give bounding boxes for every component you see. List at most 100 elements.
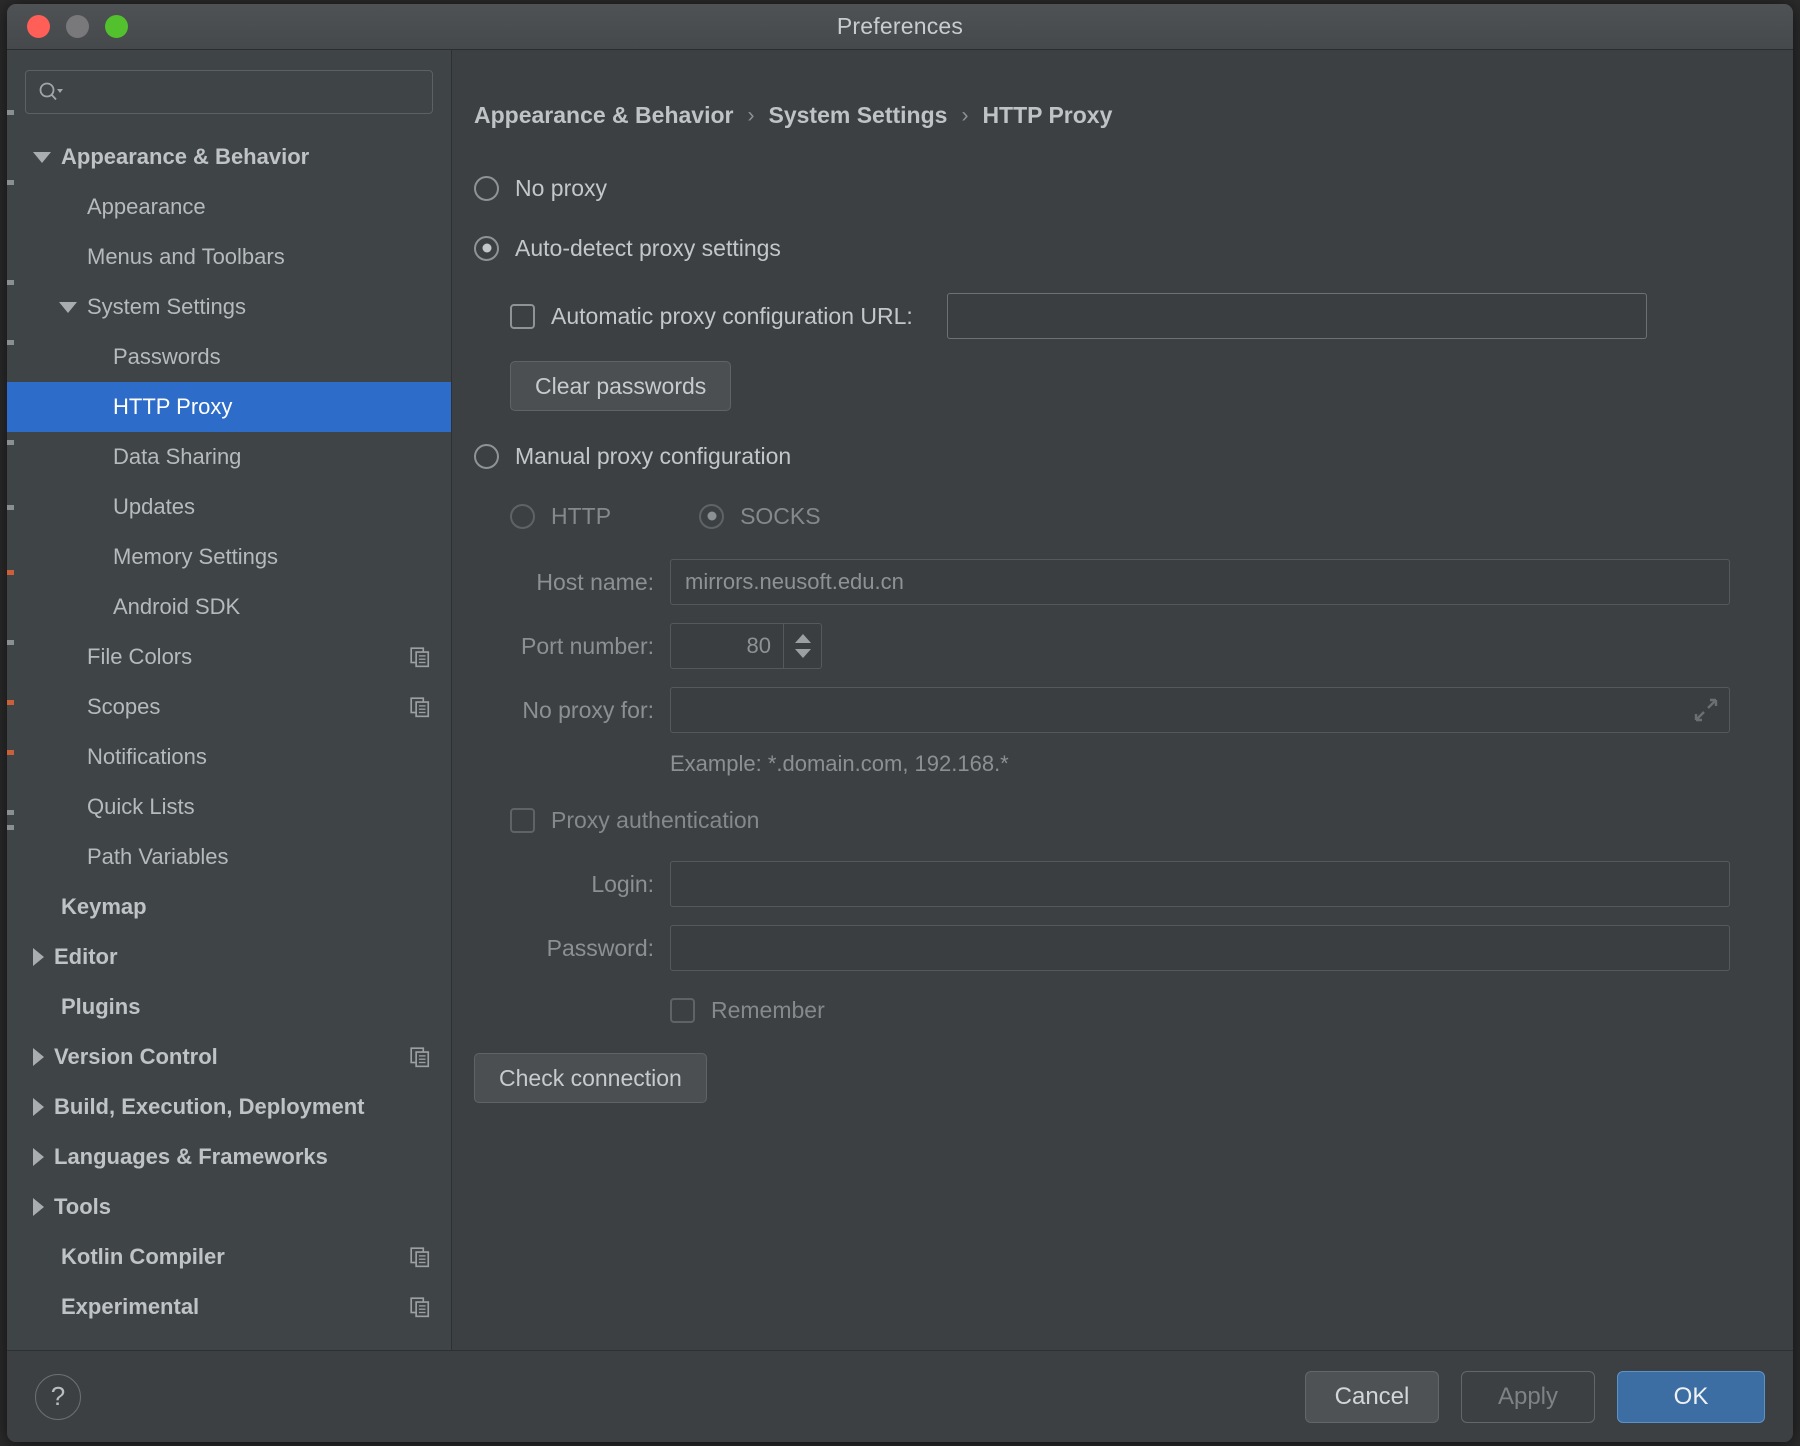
login-row: Login: xyxy=(474,861,1793,907)
copy-settings-icon[interactable] xyxy=(409,1246,431,1268)
breadcrumb-item-1[interactable]: System Settings xyxy=(768,102,947,129)
search-input[interactable] xyxy=(25,70,433,114)
sidebar-item-languages-frameworks[interactable]: Languages & Frameworks xyxy=(7,1132,451,1182)
host-name-input[interactable]: mirrors.neusoft.edu.cn xyxy=(670,559,1730,605)
sidebar-item-label: Android SDK xyxy=(113,594,241,619)
tree-indent-spacer xyxy=(59,807,77,808)
chevron-down-icon[interactable] xyxy=(33,151,51,163)
stepper-up-icon[interactable] xyxy=(794,634,811,643)
stepper-down-icon[interactable] xyxy=(794,649,811,658)
search-field[interactable] xyxy=(64,80,420,104)
sidebar-item-label: File Colors xyxy=(87,644,193,669)
sidebar-item-quick-lists[interactable]: Quick Lists xyxy=(7,782,451,832)
sidebar-item-label: Scopes xyxy=(87,694,161,719)
login-input[interactable] xyxy=(670,861,1730,907)
chevron-down-icon[interactable] xyxy=(59,301,77,313)
sidebar-item-notifications[interactable]: Notifications xyxy=(7,732,451,782)
chevron-right-icon[interactable] xyxy=(33,1048,44,1066)
sidebar-item-data-sharing[interactable]: Data Sharing xyxy=(7,432,451,482)
sidebar-item-plugins[interactable]: Plugins xyxy=(7,982,451,1032)
tree-indent-spacer xyxy=(59,657,77,658)
proxy-auth-label: Proxy authentication xyxy=(551,806,760,833)
auto-detect-radio[interactable] xyxy=(474,235,499,261)
copy-settings-icon[interactable] xyxy=(409,1046,431,1068)
host-name-label: Host name: xyxy=(536,568,654,595)
clear-passwords-button[interactable]: Clear passwords xyxy=(510,361,732,411)
pac-url-input[interactable] xyxy=(947,293,1647,339)
no-proxy-label: No proxy xyxy=(515,174,608,201)
sidebar-item-label: Path Variables xyxy=(87,844,229,869)
chevron-right-icon[interactable] xyxy=(33,1198,44,1216)
breadcrumb-item-0[interactable]: Appearance & Behavior xyxy=(474,102,733,129)
manual-proxy-radio[interactable] xyxy=(474,443,499,469)
sidebar-item-memory-settings[interactable]: Memory Settings xyxy=(7,532,451,582)
tree-indent-spacer xyxy=(59,257,77,258)
sidebar-item-system-settings[interactable]: System Settings xyxy=(7,282,451,332)
sidebar-item-label: Data Sharing xyxy=(113,444,242,469)
sidebar-item-label: Languages & Frameworks xyxy=(54,1144,328,1169)
password-input[interactable] xyxy=(670,925,1730,971)
auto-detect-option[interactable]: Auto-detect proxy settings xyxy=(474,225,1793,271)
no-proxy-for-input[interactable] xyxy=(670,687,1730,733)
copy-settings-icon[interactable] xyxy=(409,646,431,668)
preferences-window: Preferences Appearance & Behavior Appear… xyxy=(7,4,1793,1442)
sidebar-item-http-proxy[interactable]: HTTP Proxy xyxy=(7,382,451,432)
sidebar-item-editor[interactable]: Editor xyxy=(7,932,451,982)
settings-tree: Appearance & Behavior Appearance Menus and… xyxy=(7,128,451,1350)
tree-indent-spacer xyxy=(33,1307,51,1308)
tree-indent-spacer xyxy=(85,457,103,458)
sidebar-item-menus-and-toolbars[interactable]: Menus and Toolbars xyxy=(7,232,451,282)
sidebar-item-appearance-behavior[interactable]: Appearance & Behavior xyxy=(7,132,451,182)
sidebar-item-version-control[interactable]: Version Control xyxy=(7,1032,451,1082)
sidebar-item-keymap[interactable]: Keymap xyxy=(7,882,451,932)
http-proxy-form: No proxy Auto-detect proxy settings Auto… xyxy=(452,129,1793,1103)
sidebar-item-passwords[interactable]: Passwords xyxy=(7,332,451,382)
sidebar-item-tools[interactable]: Tools xyxy=(7,1182,451,1232)
sidebar-item-appearance[interactable]: Appearance xyxy=(7,182,451,232)
chevron-right-icon[interactable] xyxy=(33,948,44,966)
tree-indent-spacer xyxy=(33,1007,51,1008)
host-name-value: mirrors.neusoft.edu.cn xyxy=(685,569,904,594)
check-connection-row: Check connection xyxy=(474,1053,1793,1103)
sidebar-item-label: Passwords xyxy=(113,344,221,369)
copy-settings-icon[interactable] xyxy=(409,696,431,718)
check-connection-button[interactable]: Check connection xyxy=(474,1053,707,1103)
proxy-auth-row: Proxy authentication xyxy=(474,797,1793,843)
password-label: Password: xyxy=(546,934,654,961)
sidebar-item-build-execution-deployment[interactable]: Build, Execution, Deployment xyxy=(7,1082,451,1132)
expand-icon[interactable] xyxy=(1693,697,1719,723)
sidebar-item-android-sdk[interactable]: Android SDK xyxy=(7,582,451,632)
tree-indent-spacer xyxy=(59,707,77,708)
cancel-button[interactable]: Cancel xyxy=(1305,1370,1439,1423)
pac-url-label: Automatic proxy configuration URL: xyxy=(551,302,913,329)
http-radio[interactable] xyxy=(510,503,535,529)
proxy-type-row: HTTP SOCKS xyxy=(474,493,1793,539)
pac-url-checkbox[interactable] xyxy=(510,303,535,329)
sidebar-item-path-variables[interactable]: Path Variables xyxy=(7,832,451,882)
login-label: Login: xyxy=(591,870,654,897)
proxy-auth-checkbox[interactable] xyxy=(510,807,535,833)
port-number-input[interactable]: 80 xyxy=(670,623,822,669)
sidebar-item-kotlin-compiler[interactable]: Kotlin Compiler xyxy=(7,1232,451,1282)
no-proxy-option[interactable]: No proxy xyxy=(474,165,1793,211)
socks-radio[interactable] xyxy=(699,503,725,529)
manual-proxy-option[interactable]: Manual proxy configuration xyxy=(474,433,1793,479)
port-number-row: Port number: 80 xyxy=(474,623,1793,669)
remember-checkbox[interactable] xyxy=(670,997,695,1023)
no-proxy-radio[interactable] xyxy=(474,175,499,201)
sidebar-item-scopes[interactable]: Scopes xyxy=(7,682,451,732)
sidebar-item-file-colors[interactable]: File Colors xyxy=(7,632,451,682)
help-button[interactable]: ? xyxy=(35,1373,81,1420)
sidebar-item-updates[interactable]: Updates xyxy=(7,482,451,532)
port-number-stepper[interactable] xyxy=(783,624,821,668)
port-number-label: Port number: xyxy=(521,632,654,659)
sidebar-item-label: Build, Execution, Deployment xyxy=(54,1094,365,1119)
apply-button[interactable]: Apply xyxy=(1461,1370,1595,1423)
copy-settings-icon[interactable] xyxy=(409,1296,431,1318)
ok-button[interactable]: OK xyxy=(1617,1370,1765,1423)
tree-indent-spacer xyxy=(59,857,77,858)
window-body: Appearance & Behavior Appearance Menus and… xyxy=(7,50,1793,1350)
chevron-right-icon[interactable] xyxy=(33,1098,44,1116)
chevron-right-icon[interactable] xyxy=(33,1148,44,1166)
sidebar-item-experimental[interactable]: Experimental xyxy=(7,1282,451,1332)
